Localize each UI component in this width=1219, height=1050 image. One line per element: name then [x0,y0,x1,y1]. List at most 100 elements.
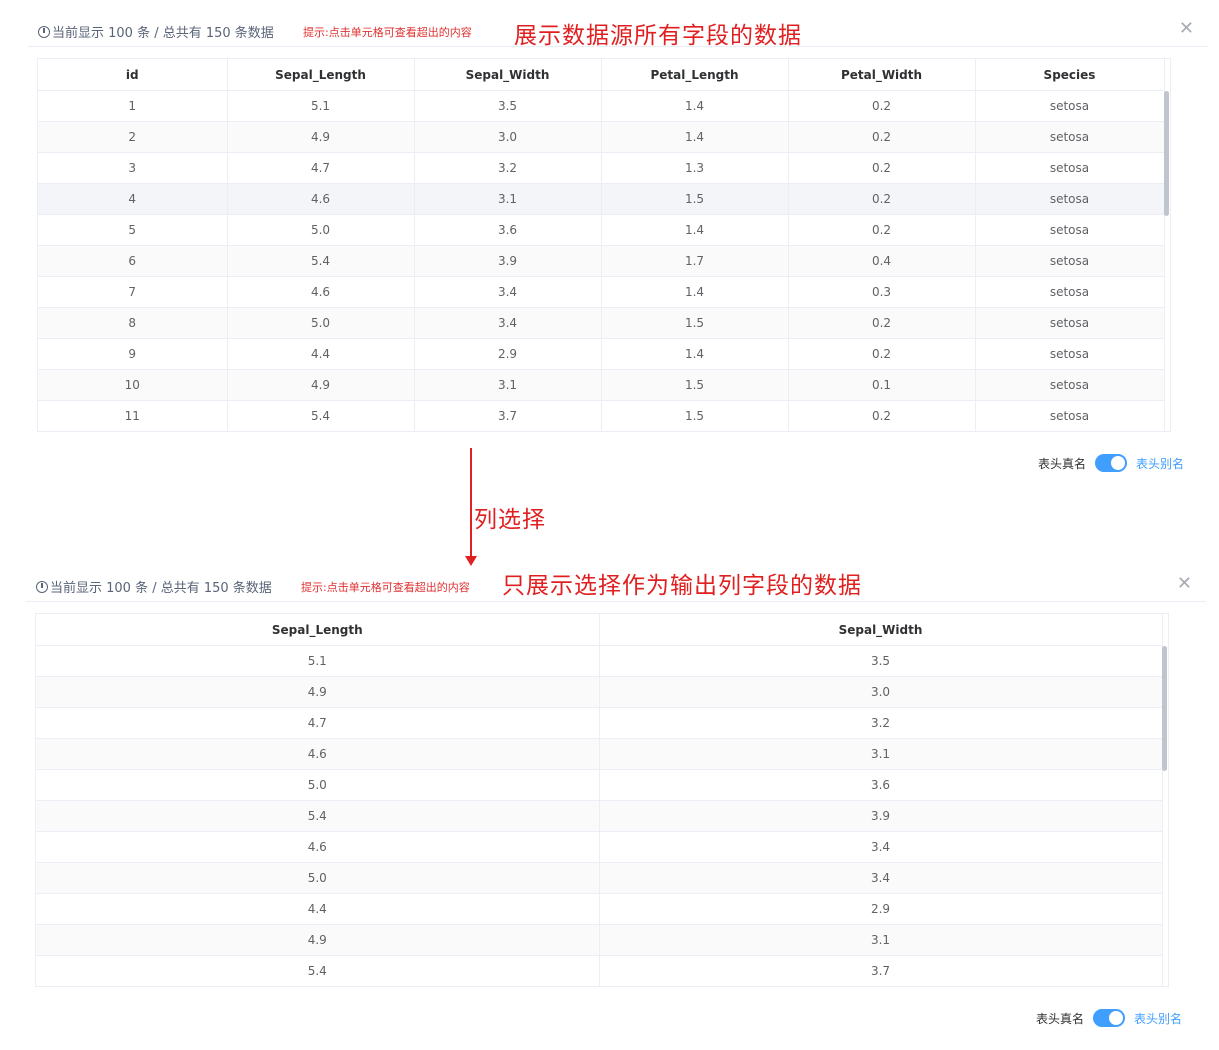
table-cell[interactable]: 3.4 [599,831,1163,863]
table-cell[interactable]: 2.9 [414,338,602,370]
table-cell[interactable]: 3.5 [599,645,1163,677]
table-cell[interactable]: 1.5 [601,369,789,401]
table-cell[interactable]: 4.4 [227,338,415,370]
table-cell[interactable]: 10 [38,369,228,401]
table-cell[interactable]: 5.0 [36,862,600,894]
table-cell[interactable]: 4.7 [36,707,600,739]
table-cell[interactable]: 5 [38,214,228,246]
table-cell[interactable]: 0.2 [788,338,976,370]
table-cell[interactable]: 0.1 [788,369,976,401]
column-header[interactable]: id [38,59,228,91]
table-cell[interactable]: 3.7 [414,400,602,431]
table-cell[interactable]: 1.5 [601,400,789,431]
table-cell[interactable]: 3.2 [599,707,1163,739]
table-cell[interactable]: setosa [975,90,1165,122]
table-cell[interactable]: setosa [975,183,1165,215]
table-row[interactable]: 9 4.4 2.9 1.4 0.2 setosa [38,338,1165,370]
table-cell[interactable]: 5.4 [227,245,415,277]
table-cell[interactable]: 3.5 [414,90,602,122]
table-row[interactable]: 5.0 3.6 [36,769,1163,801]
table-row[interactable]: 5.0 3.4 [36,862,1163,894]
table-cell[interactable]: setosa [975,307,1165,339]
table-cell[interactable]: 1.3 [601,152,789,184]
table-row[interactable]: 4.6 3.4 [36,831,1163,863]
table-row[interactable]: 5 5.0 3.6 1.4 0.2 setosa [38,214,1165,246]
table-cell[interactable]: 3.9 [414,245,602,277]
column-header[interactable]: Sepal_Width [599,614,1163,646]
table-row[interactable]: 4.7 3.2 [36,707,1163,739]
table-cell[interactable]: 3.0 [414,121,602,153]
table-row[interactable]: 11 5.4 3.7 1.5 0.2 setosa [38,400,1165,431]
table-cell[interactable]: 4.7 [227,152,415,184]
table-cell[interactable]: 1.4 [601,121,789,153]
table-cell[interactable]: 4.9 [227,369,415,401]
table-cell[interactable]: 3.1 [414,369,602,401]
table-cell[interactable]: setosa [975,152,1165,184]
table-cell[interactable]: 3.0 [599,676,1163,708]
table-cell[interactable]: 5.4 [36,955,600,986]
table-cell[interactable]: 1.4 [601,214,789,246]
table-cell[interactable]: 0.2 [788,90,976,122]
table-cell[interactable]: 0.2 [788,121,976,153]
table-cell[interactable]: 8 [38,307,228,339]
table-cell[interactable]: 3.4 [599,862,1163,894]
table-cell[interactable]: 0.2 [788,307,976,339]
table-cell[interactable]: 1.5 [601,307,789,339]
table-cell[interactable]: setosa [975,214,1165,246]
table-cell[interactable]: 0.4 [788,245,976,277]
table-cell[interactable]: 3.7 [599,955,1163,986]
table-cell[interactable]: 6 [38,245,228,277]
table-cell[interactable]: 5.0 [36,769,600,801]
close-icon[interactable]: ✕ [1177,575,1192,593]
table-row[interactable]: 6 5.4 3.9 1.7 0.4 setosa [38,245,1165,277]
close-icon[interactable]: ✕ [1179,20,1194,38]
table-cell[interactable]: 3.1 [599,738,1163,770]
table-cell[interactable]: 5.1 [227,90,415,122]
table-cell[interactable]: 7 [38,276,228,308]
table-cell[interactable]: 5.4 [36,800,600,832]
top-header-toggle[interactable] [1095,454,1128,472]
table-cell[interactable]: 4.9 [36,924,600,956]
table-cell[interactable]: 5.0 [227,307,415,339]
table-cell[interactable]: 4.9 [36,676,600,708]
table-cell[interactable]: 1.4 [601,276,789,308]
table-cell[interactable]: 0.2 [788,214,976,246]
column-header[interactable]: Species [975,59,1165,91]
table-cell[interactable]: 0.3 [788,276,976,308]
table-cell[interactable]: 5.1 [36,645,600,677]
column-header[interactable]: Petal_Width [788,59,976,91]
table-cell[interactable]: 3.2 [414,152,602,184]
table-cell[interactable]: 1.4 [601,90,789,122]
bottom-header-toggle[interactable] [1093,1009,1126,1027]
table-cell[interactable]: 1.7 [601,245,789,277]
table-cell[interactable]: 4.4 [36,893,600,925]
column-header[interactable]: Sepal_Width [414,59,602,91]
table-cell[interactable]: 3.4 [414,307,602,339]
table-cell[interactable]: 3.6 [599,769,1163,801]
table-cell[interactable]: setosa [975,276,1165,308]
table-cell[interactable]: 1.5 [601,183,789,215]
table-cell[interactable]: 1 [38,90,228,122]
table-cell[interactable]: 1.4 [601,338,789,370]
table-row[interactable]: 4 4.6 3.1 1.5 0.2 setosa [38,183,1165,215]
table-row[interactable]: 4.9 3.1 [36,924,1163,956]
table-row[interactable]: 5.1 3.5 [36,645,1163,677]
table-cell[interactable]: 5.4 [227,400,415,431]
table-cell[interactable]: 4 [38,183,228,215]
table-cell[interactable]: 2.9 [599,893,1163,925]
table-cell[interactable]: setosa [975,245,1165,277]
table-cell[interactable]: setosa [975,400,1165,431]
table-cell[interactable]: 3.4 [414,276,602,308]
table-row[interactable]: 4.9 3.0 [36,676,1163,708]
table-cell[interactable]: 4.6 [227,183,415,215]
table-cell[interactable]: setosa [975,121,1165,153]
table-cell[interactable]: setosa [975,369,1165,401]
top-switch-real-name[interactable]: 表头真名 [1038,455,1086,472]
table-cell[interactable]: 0.2 [788,183,976,215]
bottom-switch-alias[interactable]: 表头别名 [1134,1010,1182,1027]
table-cell[interactable]: 0.2 [788,400,976,431]
table-cell[interactable]: 3.1 [599,924,1163,956]
bottom-switch-real-name[interactable]: 表头真名 [1036,1010,1084,1027]
table-cell[interactable]: 3.9 [599,800,1163,832]
table-row[interactable]: 10 4.9 3.1 1.5 0.1 setosa [38,369,1165,401]
